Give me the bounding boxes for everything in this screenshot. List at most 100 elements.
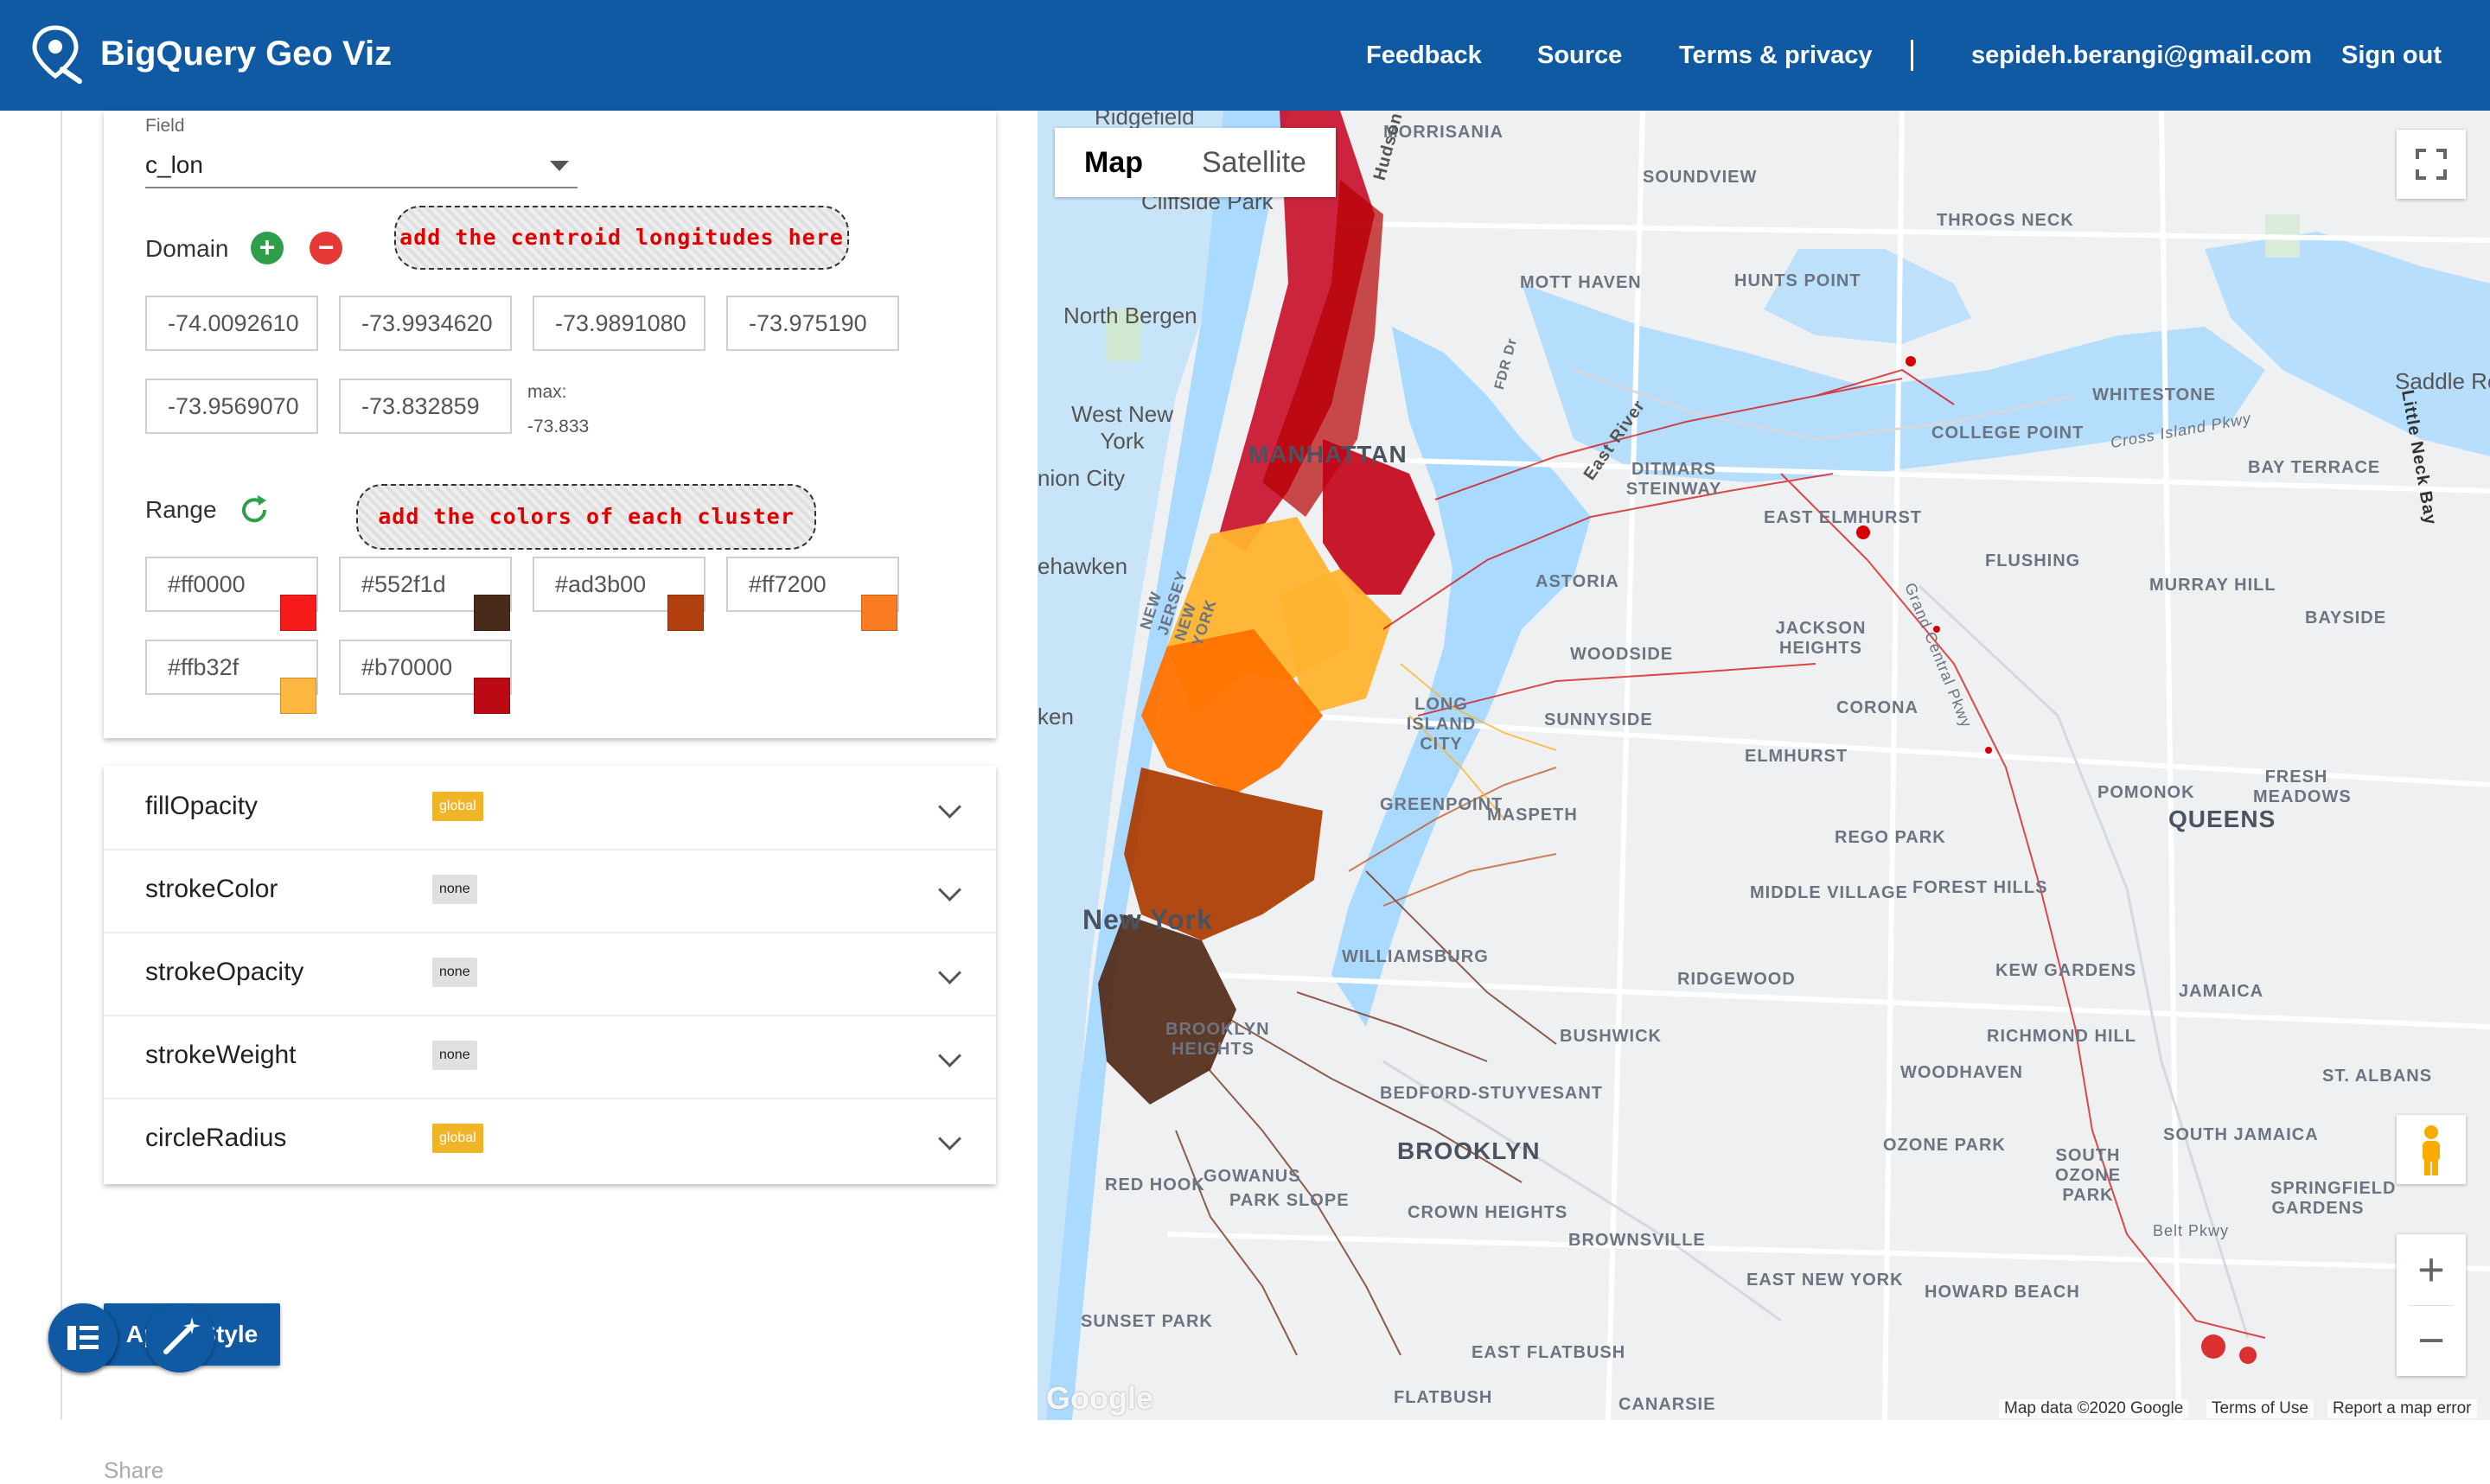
map-label: BROOKLYN: [1397, 1137, 1541, 1164]
map-label: OZONE PARK: [1883, 1136, 2006, 1155]
map-label: MASPETH: [1487, 806, 1578, 825]
map-label: WOODHAVEN: [1900, 1063, 2023, 1082]
map-label: FLUSHING: [1985, 551, 2081, 570]
color-swatch[interactable]: [280, 678, 316, 714]
map-label: POMONOK: [2097, 783, 2195, 802]
map-label: MANHATTAN: [1248, 441, 1408, 468]
domain-input[interactable]: -73.9934620: [339, 296, 512, 351]
map-label: West New York: [1071, 401, 1173, 454]
map-data-attribution: Map data ©2020 Google: [1999, 1399, 2189, 1418]
map-label: BROWNSVILLE: [1568, 1231, 1706, 1250]
map-label: ehawken: [1038, 553, 1128, 579]
report-map-error-link[interactable]: Report a map error: [2327, 1399, 2477, 1418]
map-label: REGO PARK: [1835, 828, 1946, 847]
domain-input[interactable]: -73.9891080: [533, 296, 706, 351]
map-view[interactable]: Ridgefield MORRISANIA SOUNDVIEW THROGS N…: [1038, 111, 2490, 1420]
range-label: Range: [145, 496, 217, 523]
map-label: MURRAY HILL: [2149, 576, 2276, 595]
zoom-in-button[interactable]: +: [2397, 1234, 2466, 1305]
pegman-icon: [2423, 1125, 2440, 1175]
map-label: THROGS NECK: [1937, 211, 2074, 230]
map-label: PARK SLOPE: [1229, 1191, 1350, 1210]
map-label: FLATBUSH: [1394, 1388, 1493, 1407]
street-view-pegman[interactable]: [2397, 1115, 2466, 1184]
property-badge: none: [432, 875, 477, 904]
domain-input[interactable]: -73.832859: [339, 379, 512, 434]
fill-color-card: Field c_lon Domain + − add the centroid …: [104, 111, 996, 738]
max-value: -73.833: [527, 417, 590, 436]
property-name: strokeWeight: [145, 1041, 297, 1069]
property-name: strokeColor: [145, 875, 278, 903]
fullscreen-button[interactable]: [2397, 130, 2466, 199]
map-label: JAMAICA: [2179, 982, 2264, 1001]
map-label: LONG ISLAND CITY: [1406, 695, 1477, 754]
app-title: BigQuery Geo Viz: [100, 35, 393, 73]
color-swatch[interactable]: [280, 595, 316, 631]
zoom-controls: + −: [2397, 1234, 2466, 1376]
app-header: BigQuery Geo Viz Feedback Source Terms &…: [0, 0, 2490, 111]
property-row-circleRadius[interactable]: circleRadius global: [104, 1098, 996, 1181]
property-badge: global: [432, 1124, 483, 1153]
sidebar-toggle-fab[interactable]: [48, 1303, 118, 1373]
map-label: New York: [1082, 904, 1213, 935]
map-tab[interactable]: Map: [1055, 128, 1172, 197]
property-row-fillOpacity[interactable]: fillOpacity global: [104, 766, 996, 850]
nav-feedback-link[interactable]: Feedback: [1366, 41, 1482, 70]
map-label: ken: [1038, 704, 1074, 729]
color-swatch[interactable]: [861, 595, 897, 631]
property-name: fillOpacity: [145, 792, 259, 820]
map-label: RED HOOK: [1105, 1175, 1205, 1194]
property-badge: global: [432, 792, 483, 821]
property-row-strokeOpacity[interactable]: strokeOpacity none: [104, 932, 996, 1016]
chevron-down-icon: [938, 878, 961, 901]
color-swatch[interactable]: [474, 595, 510, 631]
property-badge: none: [432, 1041, 477, 1070]
sign-out-link[interactable]: Sign out: [2341, 41, 2442, 70]
map-label: QUEENS: [2168, 806, 2276, 832]
map-label: SOUTH JAMAICA: [2163, 1125, 2319, 1144]
map-label: KEW GARDENS: [1995, 961, 2137, 980]
chevron-down-icon: [938, 1127, 961, 1150]
map-label: SUNSET PARK: [1081, 1312, 1213, 1331]
refresh-icon[interactable]: [237, 493, 271, 527]
color-swatch[interactable]: [474, 678, 510, 714]
map-label: CANARSIE: [1618, 1395, 1716, 1414]
map-label: HOWARD BEACH: [1925, 1283, 2080, 1302]
domain-input[interactable]: -74.0092610: [145, 296, 318, 351]
domain-input[interactable]: -73.9569070: [145, 379, 318, 434]
map-label: SUNNYSIDE: [1544, 710, 1653, 729]
map-label: BAY TERRACE: [2248, 458, 2381, 477]
map-label: North Bergen: [1063, 303, 1197, 328]
map-label: MOTT HAVEN: [1520, 273, 1642, 292]
zoom-out-button[interactable]: −: [2397, 1305, 2466, 1376]
property-name: circleRadius: [145, 1124, 287, 1152]
property-row-strokeWeight[interactable]: strokeWeight none: [104, 1015, 996, 1099]
magic-wand-fab[interactable]: [145, 1303, 214, 1373]
domain-input[interactable]: -73.975190: [726, 296, 899, 351]
map-label: WOODSIDE: [1570, 645, 1674, 664]
share-label: Share: [104, 1457, 164, 1483]
list-icon: [67, 1326, 99, 1350]
add-domain-icon[interactable]: +: [251, 232, 284, 264]
field-select-value: c_lon: [145, 151, 203, 178]
map-pin-search-icon: [32, 25, 82, 84]
map-label: RICHMOND HILL: [1987, 1027, 2136, 1046]
color-swatch[interactable]: [667, 595, 704, 631]
terms-of-use-link[interactable]: Terms of Use: [2206, 1399, 2314, 1418]
map-label: WHITESTONE: [2092, 385, 2216, 404]
map-label: BUSHWICK: [1560, 1027, 1662, 1046]
nav-terms-link[interactable]: Terms & privacy: [1679, 41, 1873, 70]
user-email: sepideh.berangi@gmail.com: [1971, 41, 2313, 69]
remove-domain-icon[interactable]: −: [310, 232, 342, 264]
field-select[interactable]: c_lon: [145, 143, 578, 188]
chevron-down-icon: [938, 795, 961, 818]
satellite-tab[interactable]: Satellite: [1172, 128, 1336, 197]
fullscreen-icon: [2416, 149, 2447, 180]
nav-source-link[interactable]: Source: [1537, 41, 1622, 70]
property-row-strokeColor[interactable]: strokeColor none: [104, 849, 996, 933]
map-type-toggle: Map Satellite: [1055, 128, 1336, 197]
map-label: SPRINGFIELD GARDENS: [2270, 1179, 2397, 1218]
map-label: nion City: [1038, 465, 1126, 491]
map-label: CORONA: [1836, 698, 1919, 717]
google-logo: Google: [1046, 1380, 1153, 1416]
